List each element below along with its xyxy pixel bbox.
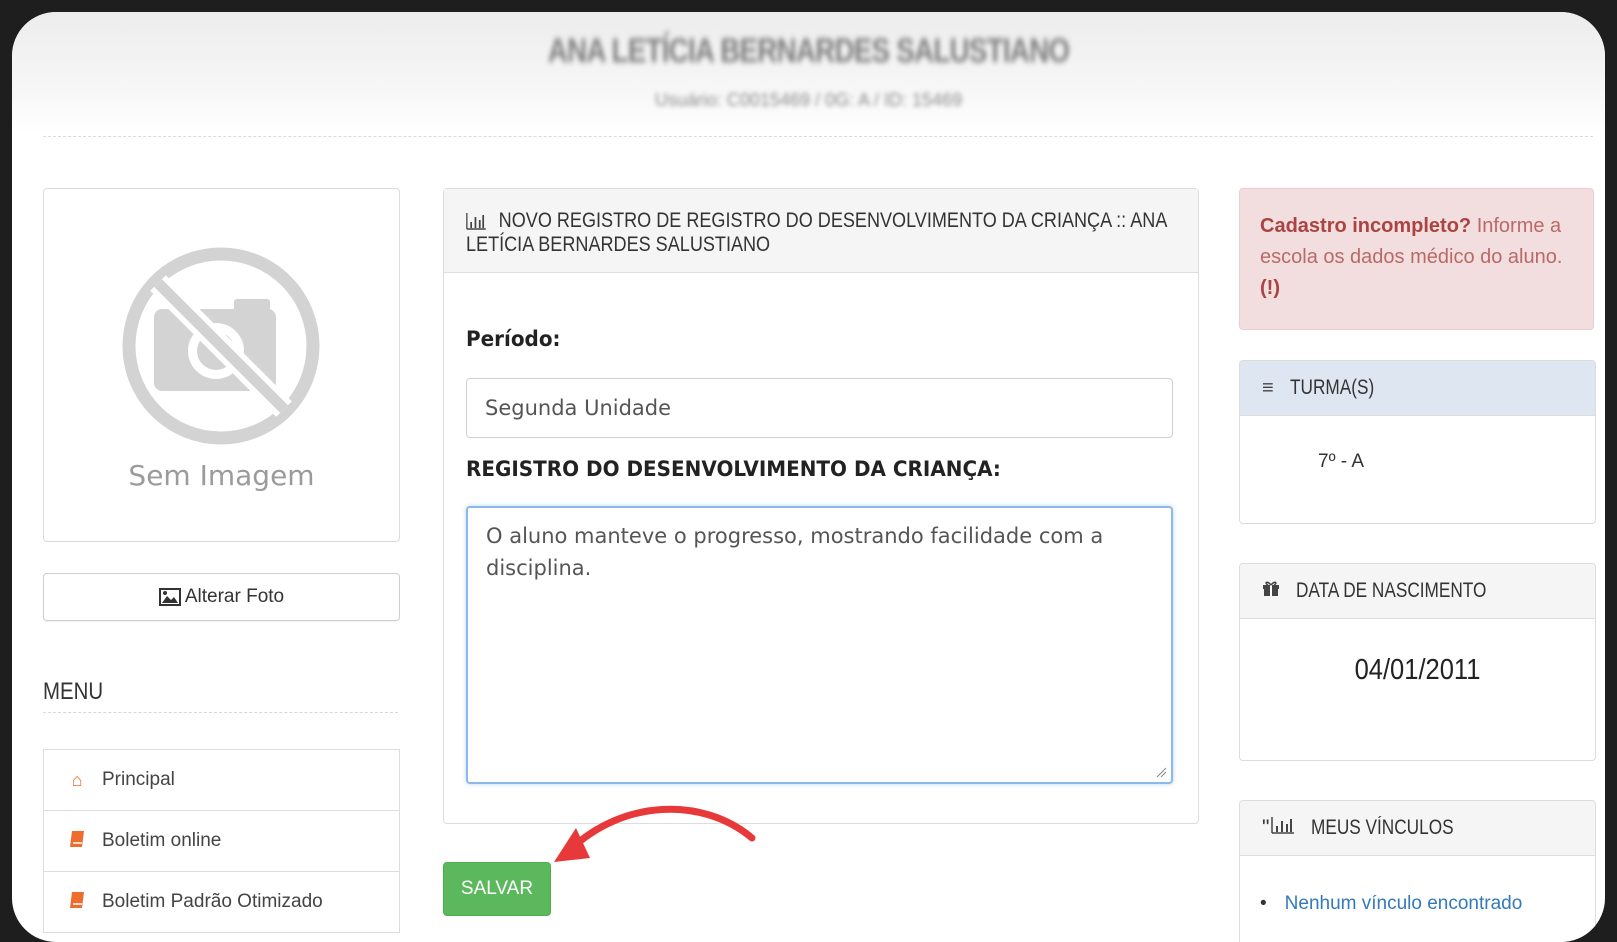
home-icon: ⌂ <box>71 769 83 790</box>
birth-date: 04/01/2011 <box>1354 654 1481 686</box>
vinculos-card: " MEUS VÍNCULOS • Nenhum vínculo encontra… <box>1239 800 1596 942</box>
registro-textarea[interactable]: O aluno manteve o progresso, mostrando f… <box>466 506 1173 784</box>
alert-mark: (!) <box>1260 277 1280 299</box>
periodo-select[interactable]: Segunda Unidade <box>466 378 1173 438</box>
bar-chart-icon <box>1271 816 1295 840</box>
student-header: ANA LETÍCIA BERNARDES SALUSTIANO Usuário… <box>12 12 1605 132</box>
bullet-icon: • <box>1260 893 1267 914</box>
image-icon <box>158 588 181 606</box>
book-icon <box>66 830 88 853</box>
gift-icon <box>1262 579 1280 603</box>
vinculos-card-header: " MEUS VÍNCULOS <box>1240 801 1595 856</box>
registro-text: O aluno manteve o progresso, mostrando f… <box>486 524 1104 580</box>
bar-chart-icon <box>466 213 486 230</box>
nascimento-card-header: DATA DE NASCIMENTO <box>1240 564 1595 619</box>
registro-label: REGISTRO DO DESENVOLVIMENTO DA CRIANÇA: <box>466 457 1001 481</box>
change-photo-button[interactable]: Alterar Foto <box>43 573 400 621</box>
book-icon <box>66 891 88 914</box>
user-info: Usuário: C0015469 / 0G: A / ID: 15469 <box>654 90 963 110</box>
nascimento-card: DATA DE NASCIMENTO 04/01/2011 <box>1239 563 1596 761</box>
vinculo-empty-link[interactable]: • Nenhum vínculo encontrado <box>1260 893 1522 915</box>
turmas-card: ≡ TURMA(s) 7º - A <box>1239 360 1596 524</box>
list-icon: ≡ <box>1262 376 1274 399</box>
vinculo-empty-text: Nenhum vínculo encontrado <box>1284 893 1523 914</box>
vinculos-title: MEUS VÍNCULOS <box>1311 816 1455 839</box>
menu-item-boletim-online[interactable]: Boletim online <box>43 810 400 872</box>
incomplete-registration-alert: Cadastro incompleto? Informe a escola os… <box>1239 188 1594 330</box>
menu-item-label: Principal <box>102 769 175 790</box>
student-name: ANA LETÍCIA BERNARDES SALUSTIANO <box>547 32 1070 70</box>
menu-title: MENU <box>43 678 104 705</box>
panel-title: NOVO REGISTRO DE REGISTRO DO DESENVOLVIM… <box>466 209 1167 257</box>
panel-header: NOVO REGISTRO DE REGISTRO DO DESENVOLVIM… <box>444 189 1198 273</box>
turmas-card-header: ≡ TURMA(s) <box>1240 361 1595 416</box>
periodo-label: Período: <box>466 327 561 351</box>
no-image-caption: Sem Imagem <box>128 459 315 492</box>
nascimento-title: DATA DE NASCIMENTO <box>1296 579 1487 602</box>
menu-item-label: Boletim online <box>102 830 222 851</box>
app-window: ANA LETÍCIA BERNARDES SALUSTIANO Usuário… <box>12 12 1605 942</box>
menu-item-boletim-padrao[interactable]: Boletim Padrão Otimizado <box>43 871 400 933</box>
alert-strong: Cadastro incompleto? <box>1260 215 1472 237</box>
periodo-value: Segunda Unidade <box>485 396 672 420</box>
vinculos-prefix: " <box>1262 816 1270 839</box>
save-button[interactable]: SALVAR <box>443 862 551 916</box>
annotation-arrow-icon <box>554 805 756 862</box>
profile-photo: Sem Imagem <box>43 188 400 542</box>
menu-divider <box>43 712 398 713</box>
registro-form-panel: NOVO REGISTRO DE REGISTRO DO DESENVOLVIM… <box>443 188 1199 824</box>
menu-item-principal[interactable]: ⌂ Principal <box>43 749 400 811</box>
header-divider <box>43 136 1593 137</box>
turma-value: 7º - A <box>1318 451 1365 472</box>
menu-item-label: Boletim Padrão Otimizado <box>102 891 323 912</box>
change-photo-label: Alterar Foto <box>184 586 285 607</box>
resize-grip-icon[interactable] <box>1155 766 1167 778</box>
panel-title-text: NOVO REGISTRO DE REGISTRO DO DESENVOLVIM… <box>466 209 1167 256</box>
turmas-title: TURMA(s) <box>1289 376 1374 399</box>
no-camera-icon <box>122 247 320 445</box>
